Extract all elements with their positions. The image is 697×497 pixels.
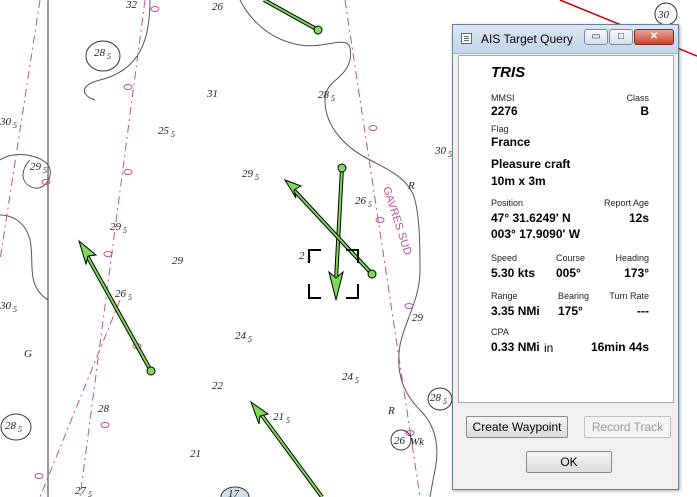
heading-value: 173° (624, 266, 649, 280)
dialog-titlebar[interactable]: AIS Target Query ▭ □ ✕ (453, 25, 678, 54)
sounding: 28 (318, 89, 330, 101)
sounding: 24 (235, 330, 247, 342)
sounding: 21 (273, 411, 284, 423)
redacted-name (537, 66, 625, 80)
ship-dimensions: 10m x 3m (491, 174, 546, 188)
sounding: 22 (212, 380, 224, 392)
bearing-value: 175° (558, 304, 583, 318)
svg-text:5: 5 (255, 173, 259, 182)
ais-target-1[interactable] (263, 0, 323, 35)
turn-rate-value: --- (637, 304, 649, 318)
dialog-title: AIS Target Query (481, 32, 573, 46)
class-label: Class (626, 93, 649, 103)
ship-name: TRIS (491, 64, 526, 81)
sounding: 28 (94, 47, 106, 59)
channel-lines (0, 0, 421, 497)
svg-text:5: 5 (107, 52, 111, 61)
speed-value: 5.30 kts (491, 266, 536, 280)
svg-text:5: 5 (18, 425, 22, 434)
sounding: 21 (190, 448, 201, 460)
sounding: 29 (242, 168, 254, 180)
svg-text:5: 5 (43, 166, 47, 175)
sounding: 27 (75, 485, 87, 497)
sounding: 29 (172, 255, 184, 267)
chart-letter: R (407, 180, 415, 192)
sounding: 24 (342, 371, 354, 383)
svg-text:5: 5 (286, 416, 290, 425)
sounding: 28 (430, 392, 442, 404)
svg-text:26: 26 (394, 435, 406, 447)
sounding: 31 (206, 88, 218, 100)
sounding: 25 (158, 125, 170, 137)
svg-text:5: 5 (248, 335, 252, 344)
create-waypoint-button[interactable]: Create Waypoint (466, 416, 568, 438)
class-value: B (640, 104, 649, 118)
maximize-button[interactable]: □ (609, 29, 633, 45)
ais-target-4[interactable] (78, 239, 156, 376)
report-age-value: 12s (628, 211, 649, 225)
svg-text:5: 5 (368, 200, 372, 209)
mmsi-value: 2276 (491, 104, 518, 118)
turn-rate-label: Turn Rate (609, 291, 649, 301)
svg-text:17: 17 (228, 488, 240, 497)
sounding: 29 (412, 312, 424, 324)
ship-type: Pleasure craft (491, 157, 571, 171)
sounding: 30 (434, 145, 447, 157)
sounding: 26 (212, 1, 224, 13)
depth-soundings: 32 26 28 5 31 28 5 30 5 25 5 29 5 30 5 29 5 26 5… (0, 0, 452, 497)
svg-text:5: 5 (123, 226, 127, 235)
course-value: 005° (556, 266, 581, 280)
close-button[interactable]: ✕ (634, 29, 674, 45)
longitude-value: 003° 17.9090' W (491, 227, 581, 241)
redacted-mmsi (521, 104, 555, 117)
depth-contours (0, 0, 438, 497)
ais-target-query-dialog: AIS Target Query ▭ □ ✕ TRIS MMSI Class 2… (452, 24, 679, 490)
sounding: 26 (115, 288, 127, 300)
svg-text:5: 5 (331, 94, 335, 103)
sounding: 29 (30, 161, 42, 173)
chart-letter: G (24, 348, 32, 360)
position-label: Position (491, 198, 524, 208)
speed-label: Speed (491, 253, 518, 263)
cpa-in-text: in (544, 341, 554, 355)
svg-text:5: 5 (355, 376, 359, 385)
heading-label: Heading (615, 253, 649, 263)
sounding: 2 (299, 250, 305, 262)
svg-text:5: 5 (88, 490, 92, 497)
svg-text:30: 30 (657, 9, 670, 21)
sounding: 30 (0, 116, 12, 128)
mmsi-label: MMSI (491, 93, 515, 103)
svg-text:5: 5 (13, 121, 17, 130)
sounding: 28 (5, 420, 17, 432)
channel-label: GAVRES SUD (380, 185, 413, 257)
target-info-panel: TRIS MMSI Class 2276 B Flag France Pleas… (458, 55, 674, 403)
bearing-label: Bearing (558, 291, 590, 301)
ok-button[interactable]: OK (526, 451, 612, 473)
sounding: 32 (125, 0, 138, 11)
sounding: 29 (110, 221, 122, 233)
range-value: 3.35 NMi (491, 304, 540, 318)
latitude-value: 47° 31.6249' N (491, 211, 571, 225)
range-label: Range (491, 291, 518, 301)
cpa-value: 0.33 NMi (491, 340, 540, 354)
flag-label: Flag (491, 124, 509, 134)
chart-letter: R (387, 405, 395, 417)
window-icon (461, 33, 472, 44)
course-label: Course (556, 253, 586, 263)
flag-value: France (491, 135, 531, 149)
sounding: 26 (355, 195, 367, 207)
tcpa-value: 16min 44s (590, 340, 649, 354)
svg-text:5: 5 (443, 397, 447, 406)
cpa-label: CPA (491, 327, 509, 337)
report-age-label: Report Age (603, 198, 649, 208)
svg-text:5: 5 (171, 130, 175, 139)
svg-text:5: 5 (13, 305, 17, 314)
minimize-button[interactable]: ▭ (584, 29, 608, 45)
chart-letter: Wk (410, 436, 425, 448)
chart-letters: R R G Wk (24, 180, 425, 448)
record-track-button[interactable]: Record Track (584, 416, 671, 438)
sounding: 28 (98, 403, 110, 415)
svg-text:5: 5 (128, 293, 132, 302)
